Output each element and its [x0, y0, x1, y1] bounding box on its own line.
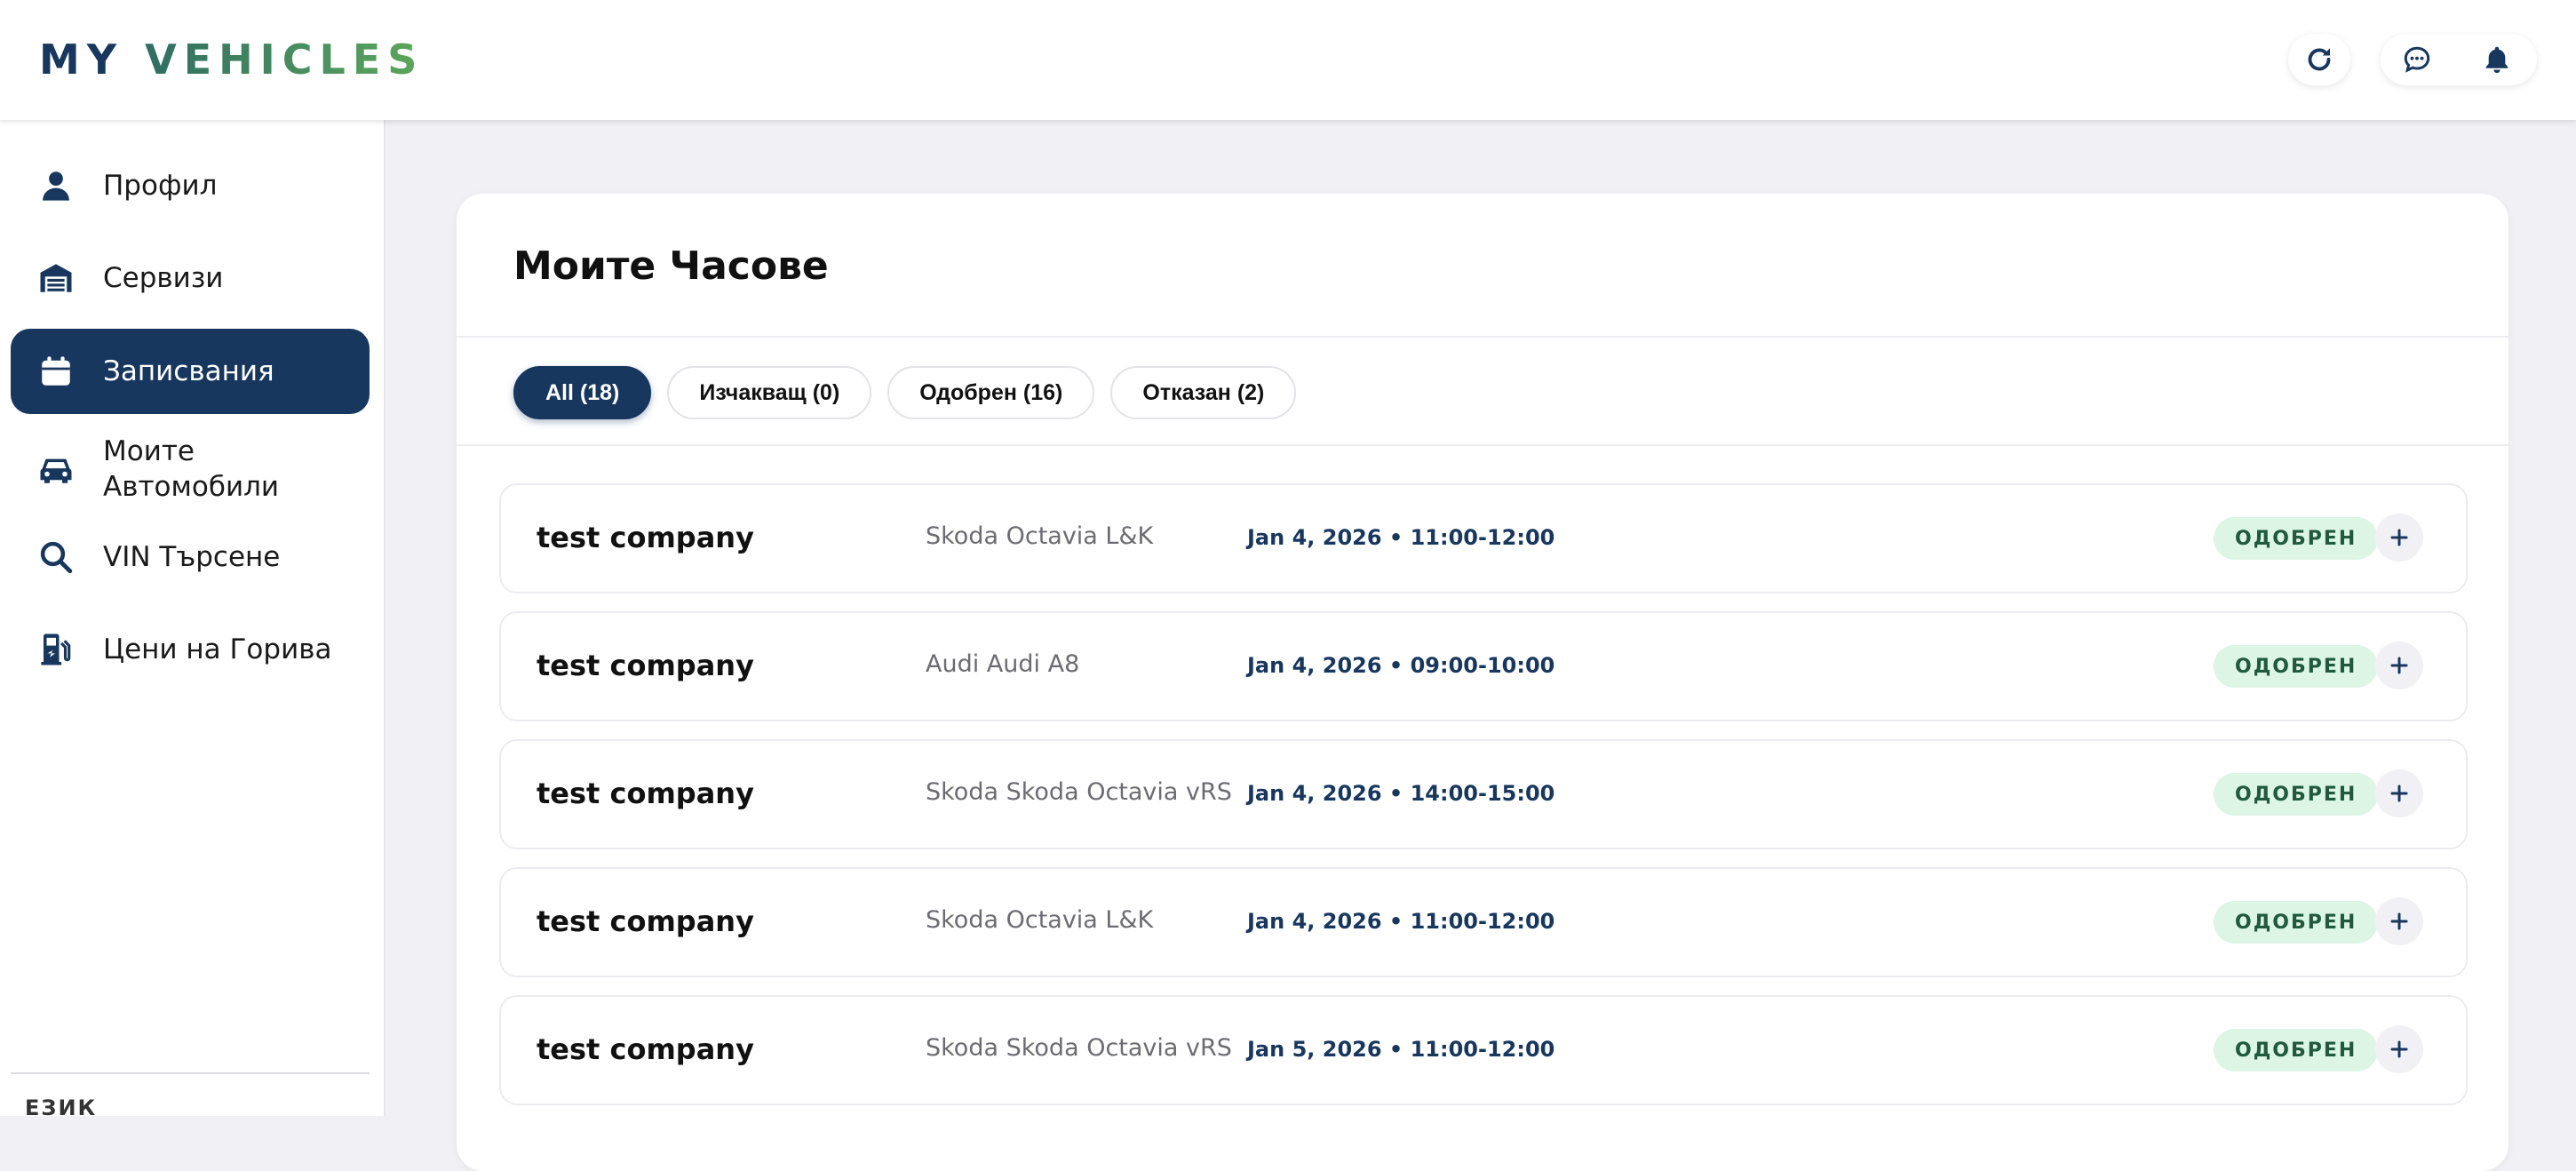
- sidebar-item-appointments[interactable]: Записвания: [11, 329, 370, 414]
- bell-icon[interactable]: [2481, 44, 2513, 76]
- divider: [457, 336, 2508, 338]
- appointment-datetime: Jan 5, 2026 • 11:00-12:00: [1247, 1037, 1555, 1062]
- user-icon: [37, 167, 75, 204]
- expand-button[interactable]: [2375, 897, 2423, 945]
- appointment-datetime: Jan 4, 2026 • 11:00-12:00: [1247, 525, 1555, 550]
- filter-chip-pending[interactable]: Изчакващ (0): [667, 366, 872, 419]
- refresh-icon: [2303, 44, 2335, 76]
- vehicle-name: Skoda Skoda Octavia vRS: [926, 778, 1232, 806]
- plus-icon: [2390, 912, 2408, 930]
- appointment-datetime: Jan 4, 2026 • 14:00-15:00: [1247, 781, 1555, 806]
- company-name: test company: [537, 521, 754, 554]
- search-icon: [37, 538, 75, 576]
- page-title: Моите Часове: [513, 243, 829, 289]
- appointment-row[interactable]: test company Skoda Octavia L&K Jan 4, 20…: [499, 867, 2468, 977]
- plus-icon: [2390, 657, 2408, 674]
- vehicle-name: Audi Audi A8: [926, 650, 1080, 678]
- app-logo[interactable]: MY VEHICLES: [39, 36, 424, 84]
- sidebar-item-fuel-prices[interactable]: Цени на Горива: [11, 607, 370, 692]
- company-name: test company: [537, 1032, 754, 1066]
- status-badge: ОДОБРЕН: [2214, 1029, 2379, 1071]
- refresh-button[interactable]: [2288, 34, 2350, 85]
- company-name: test company: [537, 649, 754, 682]
- appointment-datetime: Jan 4, 2026 • 11:00-12:00: [1247, 909, 1555, 934]
- vehicle-name: Skoda Octavia L&K: [926, 522, 1154, 550]
- expand-button[interactable]: [2375, 514, 2423, 562]
- sidebar-item-profile[interactable]: Профил: [11, 143, 370, 228]
- expand-button[interactable]: [2375, 641, 2423, 689]
- filter-tabs: All (18) Изчакващ (0) Одобрен (16) Отказ…: [513, 366, 1297, 419]
- sidebar-item-my-vehicles[interactable]: Моите Автомобили: [11, 420, 370, 518]
- status-badge: ОДОБРЕН: [2214, 901, 2379, 944]
- plus-icon: [2390, 529, 2408, 546]
- brand-part1: MY: [39, 36, 124, 84]
- appointment-datetime: Jan 4, 2026 • 09:00-10:00: [1247, 653, 1555, 678]
- sidebar-item-label: Сервизи: [103, 262, 224, 294]
- plus-icon: [2390, 1040, 2408, 1058]
- car-icon: [37, 450, 75, 488]
- sidebar-item-label: VIN Търсене: [103, 541, 281, 573]
- appointment-row[interactable]: test company Skoda Skoda Octavia vRS Jan…: [499, 995, 2468, 1105]
- status-badge: ОДОБРЕН: [2214, 645, 2379, 688]
- vehicle-name: Skoda Octavia L&K: [926, 906, 1154, 934]
- vehicle-name: Skoda Skoda Octavia vRS: [926, 1034, 1232, 1062]
- status-badge: ОДОБРЕН: [2214, 517, 2379, 560]
- appointments-card: Моите Часове All (18) Изчакващ (0) Одобр…: [457, 194, 2508, 1171]
- expand-button[interactable]: [2375, 769, 2423, 817]
- sidebar-item-vin-search[interactable]: VIN Търсене: [11, 514, 370, 600]
- filter-chip-rejected[interactable]: Отказан (2): [1110, 366, 1297, 419]
- plus-icon: [2390, 785, 2408, 802]
- appointment-row[interactable]: test company Skoda Octavia L&K Jan 4, 20…: [499, 483, 2468, 593]
- sidebar-divider: [11, 1072, 370, 1074]
- sidebar-item-services[interactable]: Сервизи: [11, 235, 370, 321]
- garage-icon: [37, 259, 75, 297]
- filter-chip-approved[interactable]: Одобрен (16): [887, 366, 1095, 419]
- company-name: test company: [537, 904, 754, 938]
- sidebar-item-label: Цени на Горива: [103, 633, 332, 665]
- top-header: MY VEHICLES: [0, 0, 2576, 120]
- sidebar-item-label: Профил: [103, 170, 218, 202]
- chat-icon[interactable]: [2401, 44, 2433, 76]
- fuel-pump-icon: [37, 631, 75, 668]
- filter-chip-all[interactable]: All (18): [513, 366, 652, 419]
- sidebar: Профил Сервизи Записвания Моите Автомоби…: [0, 120, 386, 1120]
- appointment-row[interactable]: test company Audi Audi A8 Jan 4, 2026 • …: [499, 611, 2468, 721]
- calendar-icon: [37, 353, 75, 390]
- status-badge: ОДОБРЕН: [2214, 773, 2379, 816]
- expand-button[interactable]: [2375, 1025, 2423, 1073]
- header-actions: [2381, 34, 2537, 85]
- brand-part2: VEHICLES: [145, 36, 425, 84]
- language-label: ЕЗИК: [25, 1095, 98, 1120]
- divider: [457, 444, 2508, 446]
- appointment-row[interactable]: test company Skoda Skoda Octavia vRS Jan…: [499, 739, 2468, 849]
- sidebar-item-label: Записвания: [103, 355, 274, 387]
- company-name: test company: [537, 777, 754, 810]
- sidebar-item-label: Моите Автомобили: [103, 435, 280, 503]
